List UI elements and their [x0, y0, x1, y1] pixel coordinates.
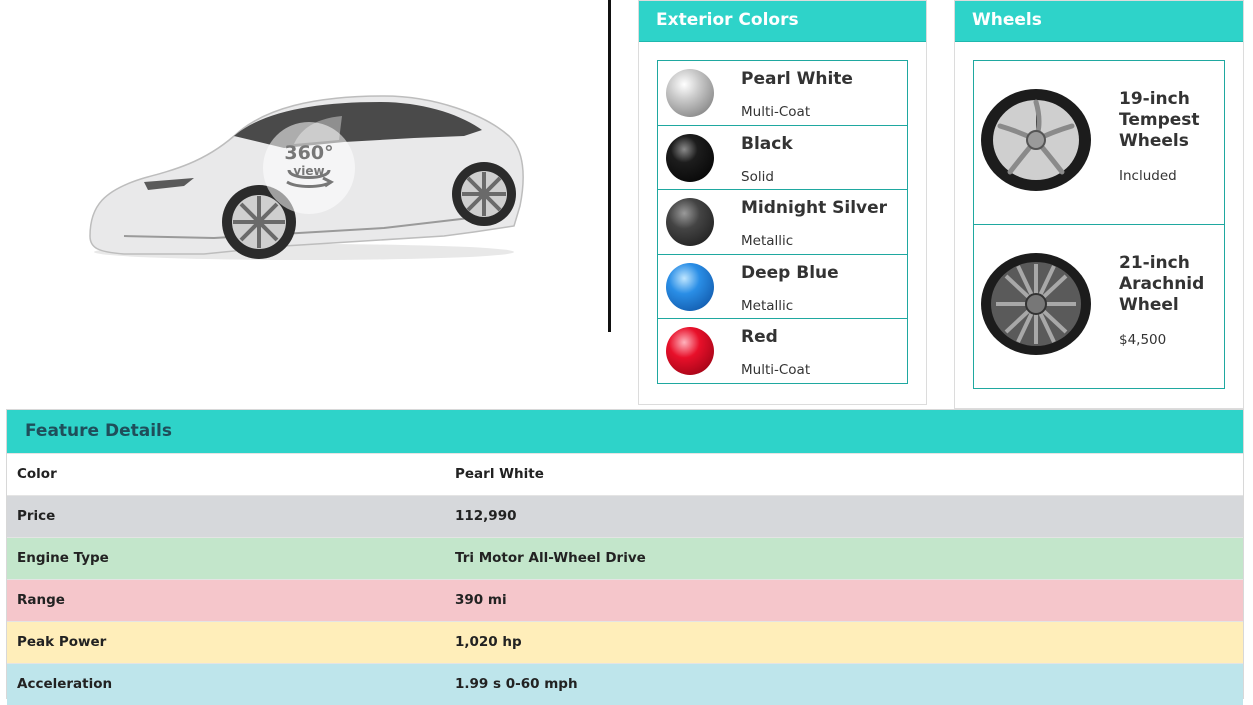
color-swatch-icon — [666, 198, 714, 247]
wheel-price: Included — [1119, 168, 1177, 184]
row-label: Engine Type — [17, 550, 109, 566]
wheel-option-21-arachnid[interactable]: 21-inch Arachnid Wheel $4,500 — [973, 224, 1225, 389]
row-value: 1,020 hp — [455, 634, 522, 650]
color-name: Black — [741, 133, 793, 154]
color-option-black[interactable]: Black Solid — [657, 124, 908, 191]
color-option-red[interactable]: Red Multi-Coat — [657, 318, 908, 384]
color-finish: Multi-Coat — [741, 104, 811, 120]
row-label: Range — [17, 592, 65, 608]
color-name: Pearl White — [741, 69, 853, 89]
row-value: 1.99 s 0-60 mph — [455, 676, 578, 692]
color-finish: Multi-Coat — [741, 362, 811, 379]
feature-details-panel: Feature Details Color Pearl White Price … — [6, 409, 1244, 705]
color-swatch-icon — [666, 69, 714, 117]
color-option-deep-blue[interactable]: Deep Blue Metallic — [657, 253, 908, 320]
arachnid-wheel-icon — [981, 253, 1091, 355]
color-name: Midnight Silver — [741, 198, 888, 219]
viewer-divider — [608, 0, 611, 332]
color-finish: Metallic — [741, 297, 794, 314]
table-row: Acceleration 1.99 s 0-60 mph — [7, 663, 1243, 705]
car-viewer[interactable]: 360° view — [0, 0, 612, 332]
table-row: Color Pearl White — [7, 453, 1243, 495]
color-option-list: Pearl White Multi-Coat Black Solid Midni… — [657, 60, 908, 384]
color-option-midnight-silver[interactable]: Midnight Silver Metallic — [657, 189, 908, 255]
color-swatch-icon — [666, 133, 714, 182]
wheel-option-list: 19-inch Tempest Wheels Included 21-inch … — [973, 60, 1225, 389]
row-label: Acceleration — [17, 676, 113, 692]
rotate-arrow-icon — [286, 169, 334, 188]
row-value: Tri Motor All-Wheel Drive — [455, 550, 646, 566]
color-finish: Metallic — [741, 233, 794, 250]
color-option-pearl-white[interactable]: Pearl White Multi-Coat — [657, 60, 908, 126]
row-label: Color — [17, 466, 57, 482]
color-name: Red — [741, 327, 778, 348]
wheel-name: 19-inch Tempest Wheels — [1119, 89, 1200, 151]
exterior-colors-title: Exterior Colors — [639, 1, 926, 42]
wheel-option-19-tempest[interactable]: 19-inch Tempest Wheels Included — [973, 60, 1225, 225]
wheels-card: Wheels 19-inch Tempest Wheels Included 2… — [954, 0, 1244, 409]
view-360-label: 360° — [284, 142, 334, 164]
wheels-title: Wheels — [955, 1, 1243, 42]
color-swatch-icon — [666, 262, 714, 311]
table-row: Range 390 mi — [7, 579, 1243, 621]
wheel-name: 21-inch Arachnid Wheel — [1119, 253, 1205, 315]
row-value: 390 mi — [455, 592, 507, 608]
view-360-button[interactable]: 360° view — [263, 122, 355, 214]
row-value: 112,990 — [455, 508, 517, 524]
row-value: Pearl White — [455, 466, 544, 482]
feature-details-title: Feature Details — [7, 410, 1243, 453]
tempest-wheel-icon — [981, 89, 1091, 191]
color-finish: Solid — [741, 168, 774, 185]
color-name: Deep Blue — [741, 262, 839, 283]
color-swatch-icon — [666, 327, 714, 376]
wheel-price: $4,500 — [1119, 332, 1167, 348]
table-row: Price 112,990 — [7, 495, 1243, 537]
table-row: Peak Power 1,020 hp — [7, 621, 1243, 663]
exterior-colors-card: Exterior Colors Pearl White Multi-Coat B… — [638, 0, 927, 405]
row-label: Price — [17, 508, 56, 524]
row-label: Peak Power — [17, 634, 107, 650]
table-row: Engine Type Tri Motor All-Wheel Drive — [7, 537, 1243, 579]
